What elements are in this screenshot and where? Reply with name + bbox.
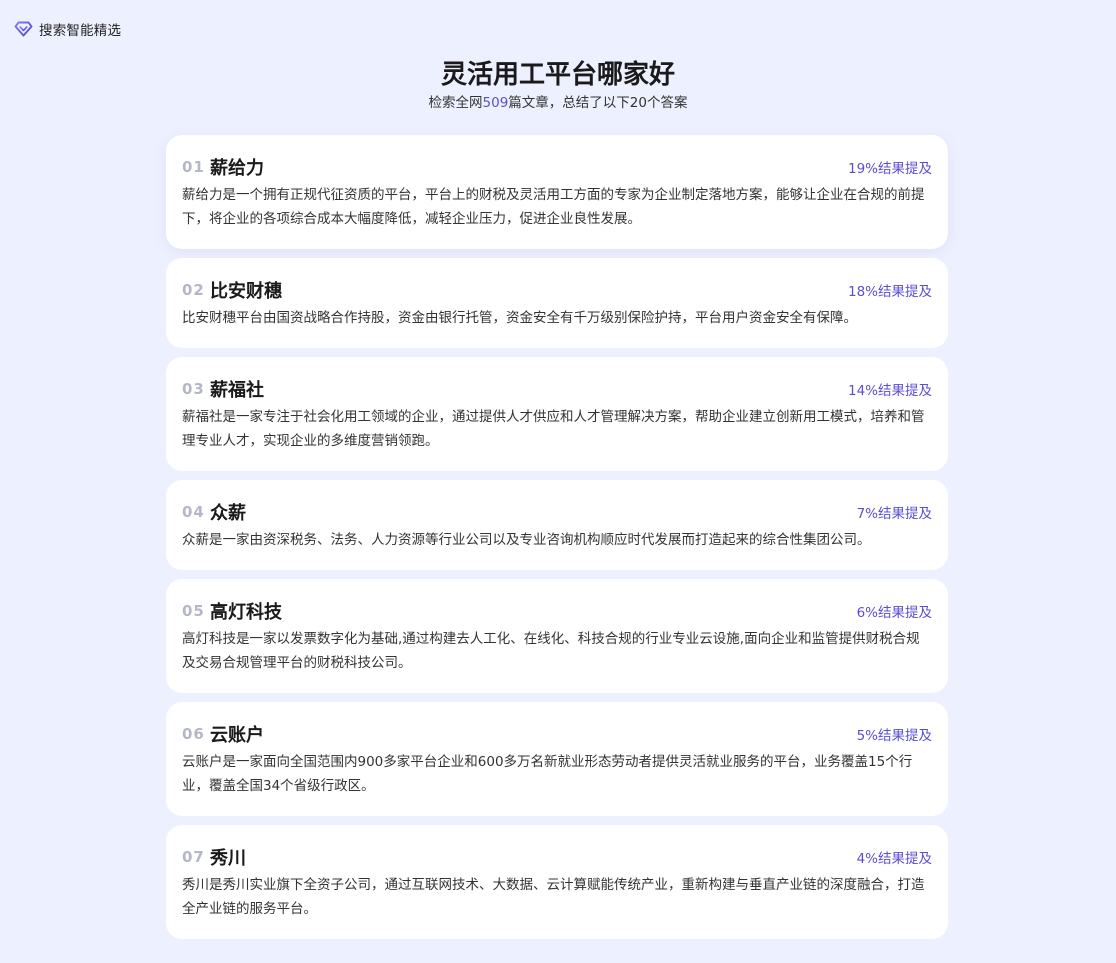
subtitle: 检索全网509篇文章，总结了以下20个答案 [0,94,1116,112]
subtitle-prefix: 检索全网 [428,95,483,111]
result-rank: 06 [182,725,205,743]
result-card-head: 06 云账户 5%结果提及 [182,722,932,746]
result-card-head: 05 高灯科技 6%结果提及 [182,599,932,623]
result-card-head: 01 薪给力 19%结果提及 [182,155,932,179]
result-card-02[interactable]: 02 比安财穗 18%结果提及 比安财穗平台由国资战略合作持股，资金由银行托管，… [166,258,948,348]
result-description: 秀川是秀川实业旗下全资子公司，通过互联网技术、大数据、云计算赋能传统产业，重新构… [182,877,925,917]
result-name[interactable]: 薪给力 [210,154,264,180]
result-name[interactable]: 众薪 [210,499,246,525]
result-description: 众薪是一家由资深税务、法务、人力资源等行业公司以及专业咨询机构顺应时代发展而打造… [182,532,871,548]
page-title: 灵活用工平台哪家好 [440,60,675,90]
result-list: 01 薪给力 19%结果提及 薪给力是一个拥有正规代征资质的平台，平台上的财税及… [166,135,948,948]
diamond-icon [14,21,33,37]
result-rank: 04 [182,503,205,521]
result-name[interactable]: 薪福社 [210,376,264,402]
article-count: 509 [482,95,509,111]
result-card-head: 02 比安财穗 18%结果提及 [182,278,932,302]
result-rank: 05 [182,602,205,620]
result-mention: 14%结果提及 [847,383,932,399]
result-mention: 4%结果提及 [856,851,932,867]
result-description: 高灯科技是一家以发票数字化为基础,通过构建去人工化、在线化、科技合规的行业专业云… [182,631,920,671]
result-mention: 6%结果提及 [856,605,932,621]
result-mention: 5%结果提及 [856,728,932,744]
result-card-05[interactable]: 05 高灯科技 6%结果提及 高灯科技是一家以发票数字化为基础,通过构建去人工化… [166,579,948,693]
result-description: 薪给力是一个拥有正规代征资质的平台，平台上的财税及灵活用工方面的专家为企业制定落… [182,187,925,227]
result-card-03[interactable]: 03 薪福社 14%结果提及 薪福社是一家专注于社会化用工领域的企业，通过提供人… [166,357,948,471]
result-card-04[interactable]: 04 众薪 7%结果提及 众薪是一家由资深税务、法务、人力资源等行业公司以及专业… [166,480,948,570]
header: 灵活用工平台哪家好 检索全网509篇文章，总结了以下20个答案 [0,58,1116,112]
result-name[interactable]: 比安财穗 [210,277,282,303]
result-rank: 01 [182,158,205,176]
result-mention: 18%结果提及 [847,284,932,300]
result-description: 比安财穗平台由国资战略合作持股，资金由银行托管，资金安全有千万级别保险护持，平台… [182,310,857,326]
result-card-07[interactable]: 07 秀川 4%结果提及 秀川是秀川实业旗下全资子公司，通过互联网技术、大数据、… [166,825,948,939]
subtitle-suffix: 篇文章，总结了以下20个答案 [508,95,688,111]
result-description: 云账户是一家面向全国范围内900多家平台企业和600多万名新就业形态劳动者提供灵… [182,754,913,794]
result-name[interactable]: 高灯科技 [210,598,282,624]
result-card-head: 04 众薪 7%结果提及 [182,500,932,524]
result-rank: 03 [182,380,205,398]
result-card-06[interactable]: 06 云账户 5%结果提及 云账户是一家面向全国范围内900多家平台企业和600… [166,702,948,816]
result-rank: 07 [182,848,205,866]
result-rank: 02 [182,281,205,299]
result-card-head: 03 薪福社 14%结果提及 [182,377,932,401]
result-name[interactable]: 秀川 [210,844,246,870]
result-card-head: 07 秀川 4%结果提及 [182,845,932,869]
result-mention: 19%结果提及 [847,161,932,177]
result-description: 薪福社是一家专注于社会化用工领域的企业，通过提供人才供应和人才管理解决方案，帮助… [182,409,925,449]
result-card-01[interactable]: 01 薪给力 19%结果提及 薪给力是一个拥有正规代征资质的平台，平台上的财税及… [166,135,948,249]
result-name[interactable]: 云账户 [210,721,264,747]
result-mention: 7%结果提及 [856,506,932,522]
brand: 搜索智能精选 [14,19,121,39]
brand-label: 搜索智能精选 [39,23,122,39]
